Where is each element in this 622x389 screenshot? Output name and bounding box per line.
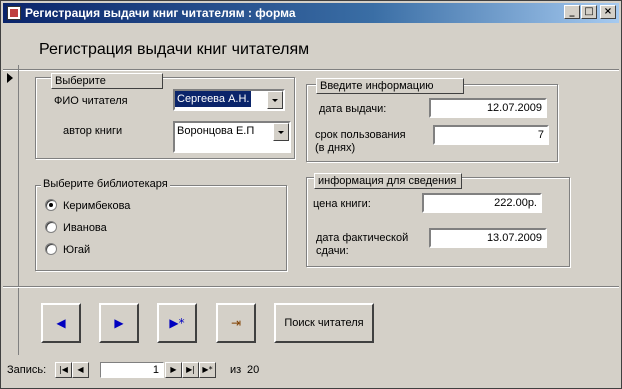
issue-date-field[interactable]: 12.07.2009 [429,98,547,118]
next-record-button[interactable]: ▶ [99,303,139,343]
current-record-arrow-icon [7,73,13,83]
reader-label: ФИО читателя [54,95,128,107]
first-record-button[interactable]: |◀ [55,362,72,378]
new-record-nav-button[interactable]: ▶* [199,362,216,378]
last-record-button[interactable]: ▶| [182,362,199,378]
new-record-icon: ▶* [169,316,185,330]
term-label: срок пользования [315,129,406,141]
input-group-label: Введите информацию [316,78,464,94]
issue-date-label: дата выдачи: [319,103,387,115]
info-group-label: информация для сведения [314,173,462,189]
maximize-button[interactable]: □ [581,5,597,19]
price-field[interactable]: 222.00р. [422,193,542,213]
chevron-down-icon[interactable] [267,91,283,109]
author-combo[interactable]: Воронцова Е.П [173,121,291,153]
next-record-nav-button[interactable]: ▶ [165,362,182,378]
prev-record-nav-button[interactable]: ◀ [72,362,89,378]
of-label: из [230,364,242,376]
arrow-left-icon: ◀ [56,316,66,330]
title-bar[interactable]: Регистрация выдачи книг читателям : форм… [3,3,619,23]
librarian-option-label: Керимбекова [63,200,131,212]
search-reader-button[interactable]: Поиск читателя [274,303,374,343]
minimize-button[interactable]: _ [564,5,580,19]
arrow-right-icon: ▶ [114,316,124,330]
prev-record-button[interactable]: ◀ [41,303,81,343]
exit-button[interactable]: ⇥ [216,303,256,343]
actual-date-label: дата фактической [316,232,409,244]
record-label: Запись: [7,364,47,376]
librarian-option-label: Югай [63,244,91,256]
librarian-option-label: Иванова [63,222,107,234]
librarian-radio-2[interactable] [45,243,57,255]
librarian-radio-0[interactable] [45,199,57,211]
actual-date-label-cont: сдачи: [316,245,349,257]
select-group-label: Выберите [51,73,163,89]
record-total: 20 [247,364,260,376]
page-title: Регистрация выдачи книг читателям [39,41,310,58]
new-record-button[interactable]: ▶* [157,303,197,343]
close-button[interactable]: × [600,5,616,19]
author-label: автор книги [63,125,123,137]
record-navigation: Запись: |◀ ◀ 1 ▶ ▶| ▶* из 20 [7,362,287,378]
chevron-down-icon[interactable] [273,123,289,141]
term-label-unit: (в днях) [315,142,356,154]
exit-door-icon: ⇥ [230,316,242,330]
author-value: Воронцова Е.П [177,125,255,137]
reader-value: Сергеева А.Н. [175,91,252,107]
reader-combo[interactable]: Сергеева А.Н. [173,89,285,111]
form-window: Регистрация выдачи книг читателям : форм… [0,0,622,389]
actual-date-field[interactable]: 13.07.2009 [429,228,547,248]
window-title: Регистрация выдачи книг читателям : форм… [25,6,296,20]
current-record-field[interactable]: 1 [100,362,164,378]
record-selector[interactable] [3,65,19,355]
term-field[interactable]: 7 [433,125,549,145]
librarian-group-label: Выберите библиотекаря [41,178,170,190]
price-label: цена книги: [313,198,371,210]
header-divider [3,69,619,71]
form-icon [7,6,21,20]
librarian-radio-1[interactable] [45,221,57,233]
footer-divider [3,286,619,288]
